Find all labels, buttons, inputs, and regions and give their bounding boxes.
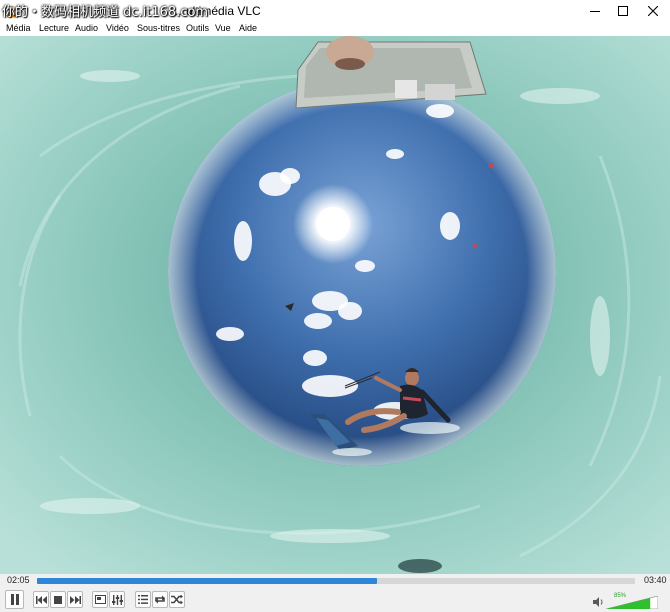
minimize-icon bbox=[590, 11, 600, 12]
close-icon bbox=[648, 6, 658, 16]
speaker-icon[interactable] bbox=[592, 596, 604, 608]
fullscreen-button[interactable] bbox=[92, 591, 108, 608]
video-area[interactable] bbox=[0, 36, 670, 574]
menu-video[interactable]: Vidéo bbox=[106, 23, 129, 33]
watermark-overlay: 你的・数码相机频道 dc.it168.com bbox=[2, 5, 209, 20]
control-bar: 85% bbox=[0, 588, 670, 612]
next-icon bbox=[69, 595, 81, 604]
elapsed-time: 02:05 bbox=[7, 575, 30, 585]
close-button[interactable] bbox=[636, 0, 670, 22]
loop-button[interactable] bbox=[152, 591, 168, 608]
menu-view[interactable]: Vue bbox=[215, 23, 231, 33]
pause-button[interactable] bbox=[5, 590, 24, 609]
video-frame bbox=[0, 36, 670, 574]
menu-media[interactable]: Média bbox=[6, 23, 31, 33]
menu-tools[interactable]: Outils bbox=[186, 23, 209, 33]
title-bar[interactable]: …ultimédia VLC 你的・数码相机频道 dc.it168.com bbox=[0, 0, 670, 23]
previous-icon bbox=[35, 595, 47, 604]
seek-bar-row: 02:05 03:40 bbox=[0, 574, 670, 588]
stop-icon bbox=[54, 595, 62, 604]
menu-subtitles[interactable]: Sous-titres bbox=[137, 23, 180, 33]
seek-progress bbox=[37, 578, 377, 584]
volume-percent: 85% bbox=[614, 593, 627, 599]
playlist-button[interactable] bbox=[135, 591, 151, 608]
maximize-icon bbox=[618, 6, 628, 16]
loop-icon bbox=[155, 595, 165, 604]
shuffle-button[interactable] bbox=[169, 591, 185, 608]
fullscreen-icon bbox=[94, 595, 106, 604]
menu-bar: Média Lecture Audio Vidéo Sous-titres Ou… bbox=[0, 22, 670, 36]
menu-audio[interactable]: Audio bbox=[75, 23, 98, 33]
total-time[interactable]: 03:40 bbox=[644, 575, 667, 585]
extended-settings-icon bbox=[111, 594, 123, 605]
maximize-button[interactable] bbox=[606, 0, 640, 22]
seek-slider[interactable] bbox=[37, 578, 635, 584]
menu-help[interactable]: Aide bbox=[239, 23, 257, 33]
next-button[interactable] bbox=[67, 591, 83, 608]
menu-playback[interactable]: Lecture bbox=[39, 23, 69, 33]
pause-icon bbox=[10, 594, 19, 605]
previous-button[interactable] bbox=[33, 591, 49, 608]
extended-settings-button[interactable] bbox=[109, 591, 125, 608]
shuffle-icon bbox=[171, 595, 183, 604]
playlist-icon bbox=[138, 595, 148, 604]
stop-button[interactable] bbox=[50, 591, 66, 608]
